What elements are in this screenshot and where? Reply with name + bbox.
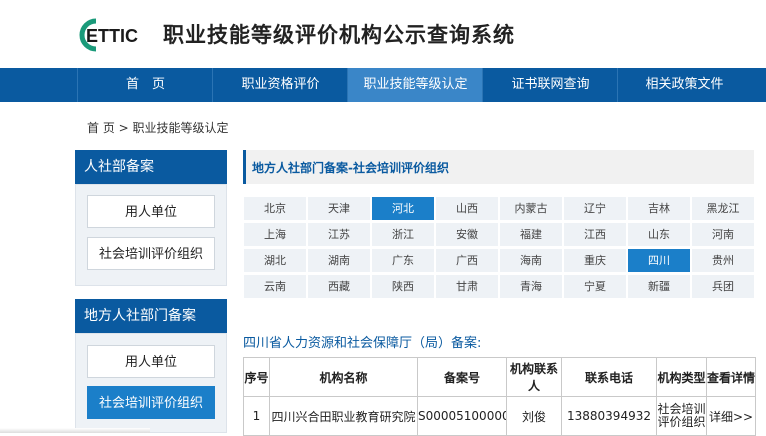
sidebar-heading-local: 地方人社部门备案 — [75, 299, 227, 333]
col-header-contact: 机构联系人 — [506, 357, 562, 397]
region-cell[interactable]: 辽宁 — [563, 196, 627, 221]
region-cell[interactable]: 吉林 — [627, 196, 691, 221]
col-header-record-no: 备案号 — [417, 357, 507, 397]
region-cell[interactable]: 新疆 — [627, 274, 691, 299]
nav-certificate-query[interactable]: 证书联网查询 — [482, 68, 618, 102]
ettic-logo: ETTIC — [79, 18, 138, 52]
region-cell[interactable]: 贵州 — [691, 248, 755, 273]
region-cell[interactable]: 内蒙古 — [499, 196, 563, 221]
sidebar-box-mohrss: 用人单位 社会培训评价组织 — [75, 184, 227, 286]
cell-org-type: 社会培训评价组织 — [656, 396, 707, 436]
nav-skill-certification[interactable]: 职业技能等级认定 — [347, 68, 483, 102]
scroll-shadow — [0, 428, 150, 433]
region-cell[interactable]: 北京 — [243, 196, 307, 221]
sidebar-item-training-org[interactable]: 社会培训评价组织 — [87, 237, 215, 270]
region-cell[interactable]: 宁夏 — [563, 274, 627, 299]
region-cell[interactable]: 河北 — [371, 196, 435, 221]
region-cell[interactable]: 山西 — [435, 196, 499, 221]
region-cell[interactable]: 广西 — [435, 248, 499, 273]
result-title: 四川省人力资源和社会保障厅（局）备案: — [243, 336, 482, 351]
cell-index: 1 — [243, 396, 270, 436]
region-cell[interactable]: 兵团 — [691, 274, 755, 299]
region-cell[interactable]: 湖北 — [243, 248, 307, 273]
region-cell[interactable]: 云南 — [243, 274, 307, 299]
results-table: 序号 机构名称 备案号 机构联系人 联系电话 机构类型 查看详情 1 四川兴合田… — [243, 357, 756, 436]
main-heading-bar: 地方人社部门备案-社会培训评价组织 — [243, 150, 754, 184]
region-cell[interactable]: 江苏 — [307, 222, 371, 247]
col-header-index: 序号 — [243, 357, 270, 397]
region-cell[interactable]: 广东 — [371, 248, 435, 273]
region-cell[interactable]: 湖南 — [307, 248, 371, 273]
region-cell[interactable]: 黑龙江 — [691, 196, 755, 221]
region-cell[interactable]: 甘肃 — [435, 274, 499, 299]
nav-qualification-evaluation[interactable]: 职业资格评价 — [212, 68, 348, 102]
col-header-detail: 查看详情 — [706, 357, 756, 397]
region-cell[interactable]: 安徽 — [435, 222, 499, 247]
table-row: 1 四川兴合田职业教育研究院 S000051000001 刘俊 13880394… — [243, 396, 756, 436]
cell-record-no: S000051000001 — [417, 396, 507, 436]
sidebar-heading-mohrss: 人社部备案 — [75, 150, 227, 184]
region-cell[interactable]: 海南 — [499, 248, 563, 273]
breadcrumb: 首 页 > 职业技能等级认定 — [87, 121, 229, 135]
main-heading: 地方人社部门备案-社会培训评价组织 — [252, 161, 449, 175]
region-cell[interactable]: 上海 — [243, 222, 307, 247]
region-cell[interactable]: 福建 — [499, 222, 563, 247]
table-header-row: 序号 机构名称 备案号 机构联系人 联系电话 机构类型 查看详情 — [243, 357, 756, 397]
region-cell[interactable]: 四川 — [627, 248, 691, 273]
region-cell[interactable]: 江西 — [563, 222, 627, 247]
region-cell[interactable]: 山东 — [627, 222, 691, 247]
sidebar-item-local-employer[interactable]: 用人单位 — [87, 345, 215, 378]
svg-text:ETTIC: ETTIC — [86, 26, 138, 46]
nav-home[interactable]: 首 页 — [77, 68, 213, 102]
site-header: ETTIC 职业技能等级评价机构公示查询系统 — [0, 0, 766, 68]
nav-policy-documents[interactable]: 相关政策文件 — [617, 68, 751, 102]
region-cell[interactable]: 天津 — [307, 196, 371, 221]
sidebar-item-local-training-org[interactable]: 社会培训评价组织 — [87, 386, 215, 419]
site-title: 职业技能等级评价机构公示查询系统 — [163, 23, 515, 47]
region-cell[interactable]: 浙江 — [371, 222, 435, 247]
region-cell[interactable]: 重庆 — [563, 248, 627, 273]
sidebar-item-employer[interactable]: 用人单位 — [87, 195, 215, 228]
region-grid: 北京 天津 河北 山西 内蒙古 辽宁 吉林 黑龙江上海 江苏 浙江 安徽 福建 江西 山东 河南湖北 湖南 广东… — [243, 196, 755, 300]
sidebar-box-local: 用人单位 社会培训评价组织 — [75, 333, 227, 433]
cell-contact: 刘俊 — [506, 396, 562, 436]
main-nav: 首 页 职业资格评价 职业技能等级认定 证书联网查询 相关政策文件 — [0, 68, 766, 102]
col-header-type: 机构类型 — [656, 357, 707, 397]
region-cell[interactable]: 青海 — [499, 274, 563, 299]
cell-org-name: 四川兴合田职业教育研究院 — [269, 396, 418, 436]
region-cell[interactable]: 西藏 — [307, 274, 371, 299]
col-header-phone: 联系电话 — [561, 357, 657, 397]
region-cell[interactable]: 陕西 — [371, 274, 435, 299]
region-cell[interactable]: 河南 — [691, 222, 755, 247]
cell-phone: 13880394932 — [561, 396, 657, 436]
detail-link[interactable]: 详细>> — [706, 396, 756, 436]
col-header-name: 机构名称 — [269, 357, 418, 397]
